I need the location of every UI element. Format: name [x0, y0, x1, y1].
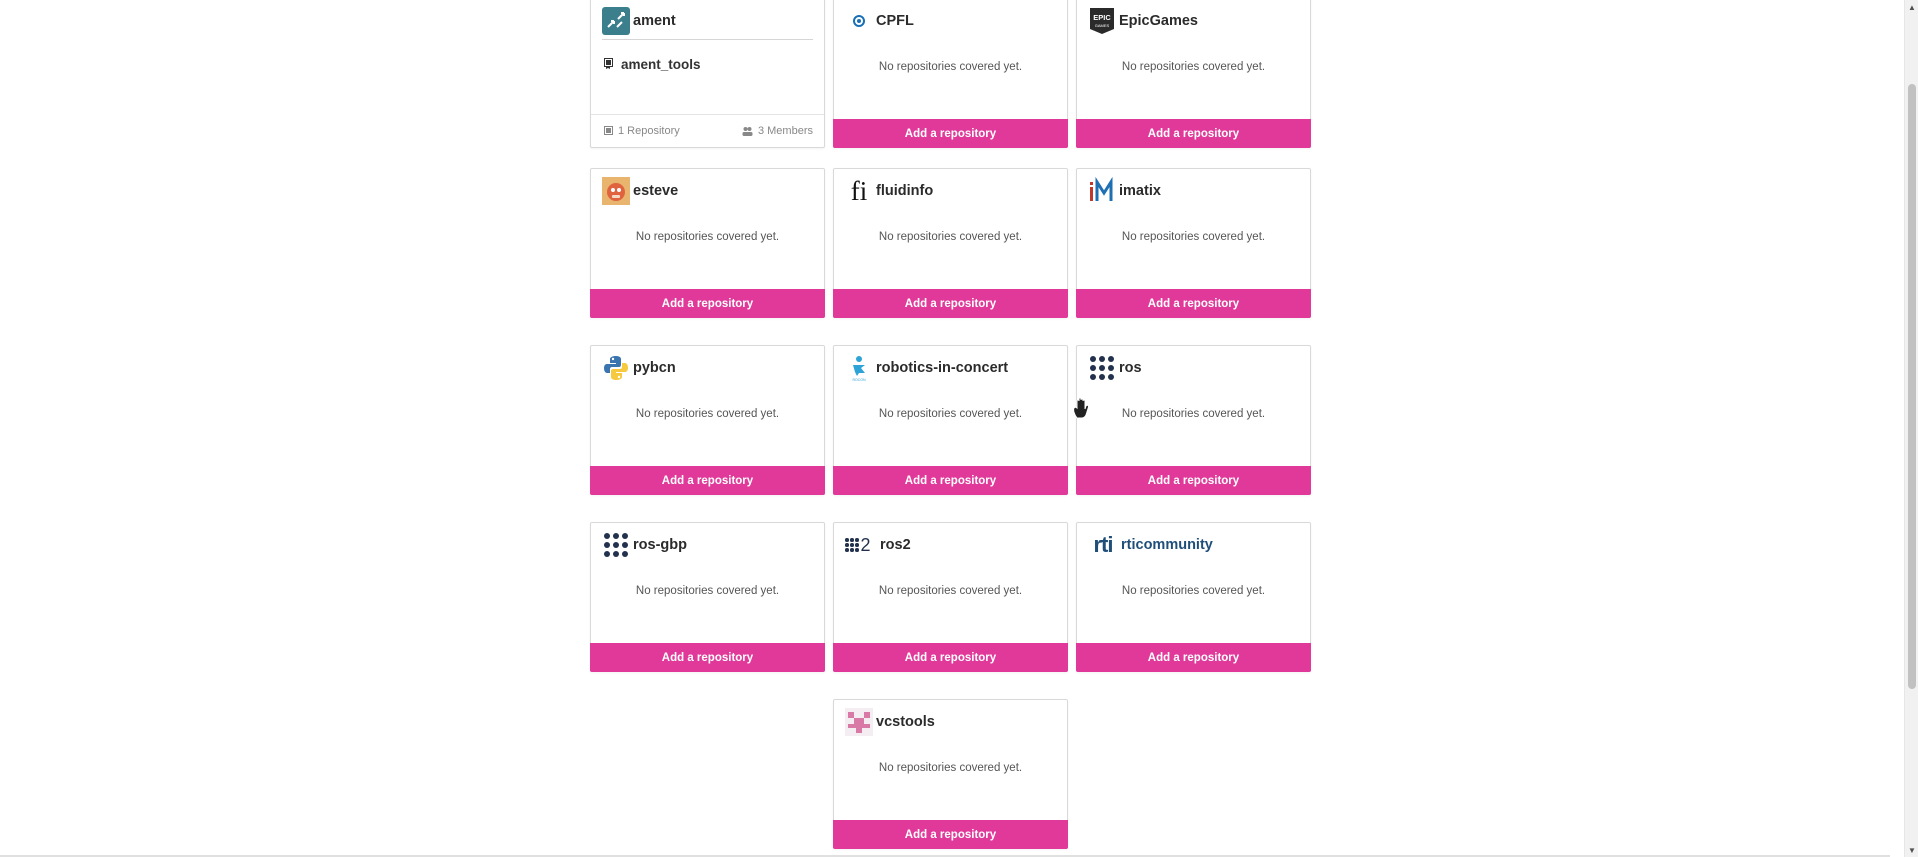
- org-name[interactable]: CPFL: [876, 13, 914, 29]
- add-repository-button[interactable]: Add a repository: [833, 643, 1068, 672]
- cpfl-logo-icon: [845, 7, 873, 35]
- members-icon: [742, 126, 753, 136]
- robotics-in-concert-logo-icon: ROCON: [845, 354, 873, 382]
- org-header: esteve: [602, 176, 678, 206]
- org-name[interactable]: ament: [633, 13, 676, 29]
- empty-state: No repositories covered yet.: [1121, 408, 1266, 420]
- org-header: pybcn: [602, 353, 676, 383]
- empty-state: No repositories covered yet.: [635, 585, 780, 597]
- org-header: vcstools: [845, 707, 935, 737]
- repo-icon: [604, 126, 613, 136]
- org-card-epicgames[interactable]: EPIC GAMES EpicGames No repositories cove…: [1076, 0, 1311, 148]
- add-repository-button[interactable]: Add a repository: [590, 289, 825, 318]
- empty-state: No repositories covered yet.: [878, 231, 1023, 243]
- org-header: imatix: [1088, 176, 1161, 206]
- repo-icon: [604, 57, 613, 72]
- ros-dots-logo-icon: [602, 531, 630, 559]
- page-viewport: ament ament_tools 1 Repository 3 Members…: [0, 0, 1904, 857]
- repository-count-text: 1 Repository: [618, 125, 680, 137]
- add-repository-button[interactable]: Add a repository: [1076, 289, 1311, 318]
- vertical-scrollbar[interactable]: ▲ ▼: [1904, 0, 1918, 857]
- org-header: rti rticommunity: [1088, 530, 1213, 560]
- org-card-ros-gbp[interactable]: ros-gbp No repositories covered yet. Add…: [590, 522, 825, 672]
- add-repository-button[interactable]: Add a repository: [1076, 643, 1311, 672]
- rti-logo-icon: rti: [1088, 531, 1118, 559]
- org-card-pybcn[interactable]: pybcn No repositories covered yet. Add a…: [590, 345, 825, 495]
- org-card-vcstools[interactable]: vcstools No repositories covered yet. Ad…: [833, 699, 1068, 849]
- svg-text:ROCON: ROCON: [852, 378, 866, 382]
- rti-logo-text: rti: [1093, 532, 1114, 557]
- fluidinfo-logo-icon: fi: [845, 177, 873, 205]
- org-name[interactable]: robotics-in-concert: [876, 360, 1008, 376]
- member-count: 3 Members: [742, 125, 813, 137]
- org-card-robotics-in-concert[interactable]: ROCON robotics-in-concert No repositorie…: [833, 345, 1068, 495]
- add-repository-button[interactable]: Add a repository: [1076, 119, 1311, 148]
- empty-state: No repositories covered yet.: [878, 585, 1023, 597]
- org-card-cpfl[interactable]: CPFL No repositories covered yet. Add a …: [833, 0, 1068, 148]
- org-card-ros2[interactable]: 2 ros2 No repositories covered yet. Add …: [833, 522, 1068, 672]
- org-header: ament: [602, 6, 676, 36]
- add-repository-button[interactable]: Add a repository: [833, 119, 1068, 148]
- org-name[interactable]: esteve: [633, 183, 678, 199]
- repo-name[interactable]: ament_tools: [621, 57, 701, 72]
- org-card-imatix[interactable]: imatix No repositories covered yet. Add …: [1076, 168, 1311, 318]
- org-header: ROCON robotics-in-concert: [845, 353, 1008, 383]
- epic-games-logo-icon: EPIC GAMES: [1088, 7, 1116, 35]
- org-name[interactable]: ros2: [880, 537, 911, 553]
- scroll-up-arrow-icon[interactable]: ▲: [1905, 0, 1918, 14]
- org-name[interactable]: vcstools: [876, 714, 935, 730]
- org-card-ament[interactable]: ament ament_tools 1 Repository 3 Members: [590, 0, 825, 148]
- add-repository-button[interactable]: Add a repository: [1076, 466, 1311, 495]
- org-card-rticommunity[interactable]: rti rticommunity No repositories covered…: [1076, 522, 1311, 672]
- divider: [602, 39, 813, 40]
- org-header: CPFL: [845, 6, 914, 36]
- empty-state: No repositories covered yet.: [1121, 585, 1266, 597]
- org-name[interactable]: ros: [1119, 360, 1142, 376]
- fluidinfo-logo-text: fi: [850, 175, 868, 206]
- empty-state: No repositories covered yet.: [1121, 231, 1266, 243]
- org-header: EPIC GAMES EpicGames: [1088, 6, 1198, 36]
- empty-state: No repositories covered yet.: [635, 231, 780, 243]
- org-name[interactable]: rticommunity: [1121, 537, 1213, 553]
- org-header: ros: [1088, 353, 1142, 383]
- org-card-esteve[interactable]: esteve No repositories covered yet. Add …: [590, 168, 825, 318]
- scroll-down-arrow-icon[interactable]: ▼: [1905, 843, 1918, 857]
- vcstools-identicon-icon: [845, 708, 873, 736]
- empty-state: No repositories covered yet.: [878, 408, 1023, 420]
- org-header: ros-gbp: [602, 530, 687, 560]
- org-header: 2 ros2: [845, 530, 911, 560]
- empty-state: No repositories covered yet.: [635, 408, 780, 420]
- ros2-logo-text: 2: [860, 534, 871, 555]
- empty-state: No repositories covered yet.: [878, 61, 1023, 73]
- member-count-text: 3 Members: [757, 125, 813, 137]
- empty-state: No repositories covered yet.: [878, 762, 1023, 774]
- empty-state: No repositories covered yet.: [1121, 61, 1266, 73]
- add-repository-button[interactable]: Add a repository: [833, 820, 1068, 849]
- repository-item[interactable]: ament_tools: [604, 57, 701, 72]
- ros-dots-logo-icon: [1088, 354, 1116, 382]
- repository-count: 1 Repository: [604, 125, 680, 137]
- org-name[interactable]: imatix: [1119, 183, 1161, 199]
- org-name[interactable]: fluidinfo: [876, 183, 933, 199]
- add-repository-button[interactable]: Add a repository: [833, 466, 1068, 495]
- card-footer: 1 Repository 3 Members: [591, 114, 824, 147]
- add-repository-button[interactable]: Add a repository: [590, 643, 825, 672]
- org-name[interactable]: EpicGames: [1119, 13, 1198, 29]
- org-name[interactable]: pybcn: [633, 360, 676, 376]
- org-name[interactable]: ros-gbp: [633, 537, 687, 553]
- svg-text:EPIC: EPIC: [1093, 13, 1111, 22]
- imatix-logo-icon: [1088, 177, 1116, 205]
- svg-text:GAMES: GAMES: [1095, 23, 1110, 28]
- ros2-logo-icon: 2: [845, 531, 877, 559]
- org-header: fi fluidinfo: [845, 176, 933, 206]
- add-repository-button[interactable]: Add a repository: [833, 289, 1068, 318]
- org-card-fluidinfo[interactable]: fi fluidinfo No repositories covered yet…: [833, 168, 1068, 318]
- hand-cursor-icon: [1073, 397, 1090, 419]
- org-card-ros[interactable]: ros No repositories covered yet. Add a r…: [1076, 345, 1311, 495]
- add-repository-button[interactable]: Add a repository: [590, 466, 825, 495]
- python-logo-icon: [602, 354, 630, 382]
- scrollbar-thumb[interactable]: [1908, 84, 1916, 689]
- ament-logo-icon: [602, 7, 630, 35]
- esteve-avatar-icon: [602, 177, 630, 205]
